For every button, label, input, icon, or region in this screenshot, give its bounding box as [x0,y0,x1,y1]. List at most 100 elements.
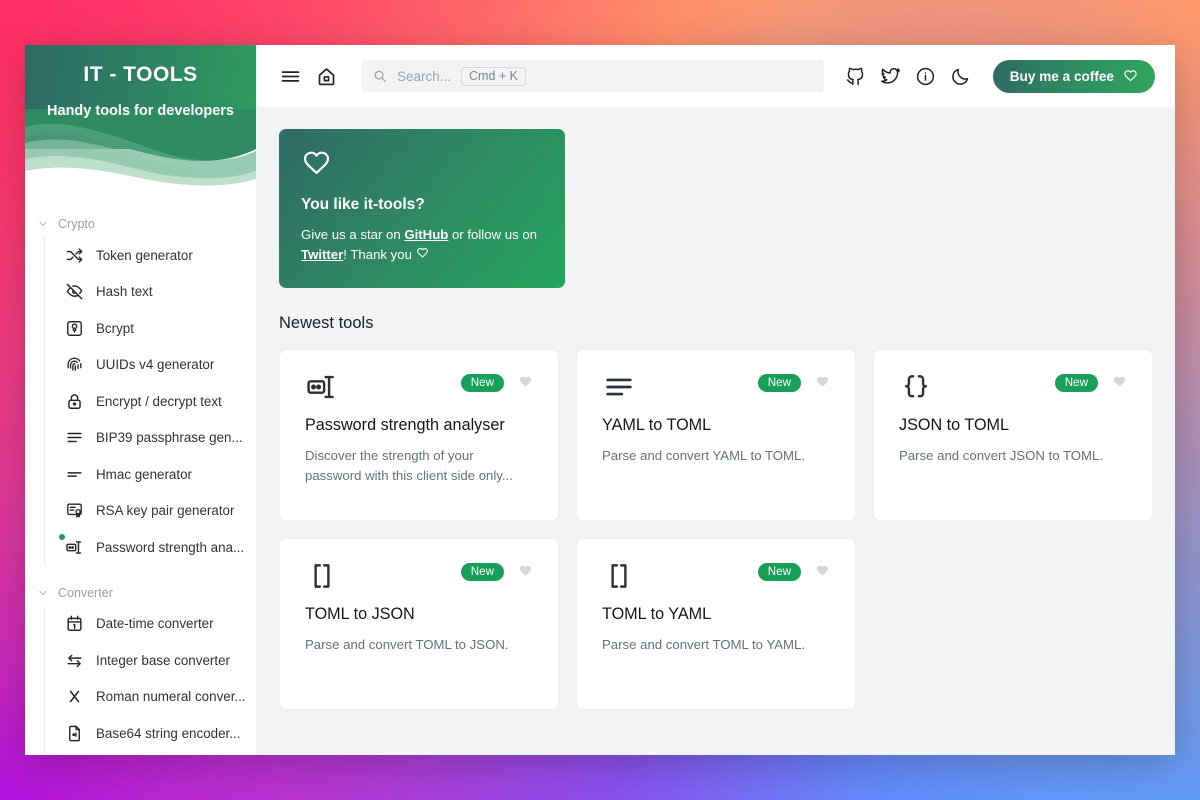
sidebar-item-roman-numeral-converter[interactable]: Roman numeral conver... [45,679,256,716]
search-icon [373,69,387,83]
sidebar-group-items-converter: Date-time converter Integer base convert… [44,606,256,752]
status-badge: New [758,374,801,393]
sidebar-item-label: Hash text [96,284,153,299]
github-link[interactable]: GitHub [404,227,448,242]
arrows-exchange-icon [65,651,84,670]
sidebar-item-uuids-v4-generator[interactable]: UUIDs v4 generator [45,347,256,384]
twitter-icon[interactable] [879,64,903,88]
chevron-down-icon [37,218,49,230]
brackets-icon [305,559,339,593]
sidebar-item-rsa-key-pair-generator[interactable]: RSA key pair generator [45,493,256,530]
heart-icon[interactable] [815,564,830,579]
buy-me-a-coffee-button[interactable]: Buy me a coffee [993,60,1155,93]
card-title: YAML to TOML [602,416,830,435]
search-input[interactable]: Search... Cmd + K [361,60,824,92]
like-it-tools-banner: You like it-tools? Give us a star on Git… [279,129,565,288]
wave-decoration-icon [25,109,256,193]
brackets-icon [602,559,636,593]
tool-card-toml-to-json[interactable]: New TOML to JSON Parse and convert TOML … [279,538,559,710]
tool-card-json-to-toml[interactable]: New JSON to TOML Parse and convert JSON … [873,349,1153,521]
sidebar-item-label: Base64 string encoder... [96,726,240,741]
heart-icon [416,247,429,260]
banner-text-middle: or follow us on [448,227,537,242]
sidebar-group-label: Crypto [58,217,95,231]
shuffle-icon [65,246,84,265]
sidebar-item-base64-string-encoder[interactable]: Base64 string encoder... [45,715,256,752]
sidebar-nav[interactable]: Crypto Token generator Hash text [25,193,256,755]
sidebar: IT - TOOLS Handy tools for developers Cr… [25,45,257,755]
card-header: New [602,370,830,408]
card-description: Discover the strength of your password w… [305,446,533,487]
sidebar-group-crypto[interactable]: Crypto [25,211,256,237]
sidebar-item-hmac-generator[interactable]: Hmac generator [45,456,256,493]
moon-icon[interactable] [949,64,973,88]
sidebar-item-date-time-converter[interactable]: Date-time converter [45,606,256,643]
sidebar-item-label: Encrypt / decrypt text [96,394,222,409]
tool-card-grid: New Password strength analyser Discover … [279,349,1153,710]
heart-icon [1123,69,1138,84]
page-title: Newest tools [279,314,1153,333]
braces-icon [899,370,933,404]
lines-icon [65,428,84,447]
card-header: New [305,370,533,408]
tool-card-toml-to-yaml[interactable]: New TOML to YAML Parse and convert TOML … [576,538,856,710]
sidebar-item-hash-text[interactable]: Hash text [45,274,256,311]
sidebar-item-label: Token generator [96,248,193,263]
two-lines-icon [65,465,84,484]
content-area: You like it-tools? Give us a star on Git… [257,107,1175,755]
status-badge: New [758,563,801,582]
home-icon[interactable] [311,61,341,91]
card-description: Parse and convert TOML to YAML. [602,635,830,655]
info-icon[interactable] [914,64,938,88]
twitter-link[interactable]: Twitter [301,247,343,262]
search-shortcut-badge: Cmd + K [461,67,526,86]
heart-icon[interactable] [518,375,533,390]
file-code-icon [65,724,84,743]
sidebar-item-token-generator[interactable]: Token generator [45,237,256,274]
sidebar-header: IT - TOOLS Handy tools for developers [25,45,256,193]
sidebar-item-encrypt-decrypt-text[interactable]: Encrypt / decrypt text [45,383,256,420]
sidebar-item-label: Hmac generator [96,467,192,482]
sidebar-item-bip39-passphrase-generator[interactable]: BIP39 passphrase gen... [45,420,256,457]
app-window: IT - TOOLS Handy tools for developers Cr… [25,45,1175,755]
sidebar-group-label: Converter [58,586,113,600]
card-title: JSON to TOML [899,416,1127,435]
card-actions: New [758,559,830,582]
status-badge: New [1055,374,1098,393]
card-title: Password strength analyser [305,416,533,435]
certificate-icon [65,501,84,520]
github-icon[interactable] [844,64,868,88]
sidebar-item-password-strength-analyser[interactable]: Password strength ana... [45,529,256,566]
password-icon [65,538,84,557]
fingerprint-icon [65,355,84,374]
card-title: TOML to JSON [305,605,533,624]
card-actions: New [461,370,533,393]
card-description: Parse and convert TOML to JSON. [305,635,533,655]
calendar-icon [65,614,84,633]
status-badge: New [461,374,504,393]
lock-square-icon [65,319,84,338]
sidebar-item-label: Integer base converter [96,653,230,668]
heart-icon [301,149,332,180]
hamburger-menu-icon[interactable] [275,61,305,91]
sidebar-item-integer-base-converter[interactable]: Integer base converter [45,642,256,679]
card-header: New [899,370,1127,408]
sidebar-item-bcrypt[interactable]: Bcrypt [45,310,256,347]
card-header: New [305,559,533,597]
heart-icon[interactable] [518,564,533,579]
search-placeholder: Search... [397,69,451,84]
heart-icon[interactable] [815,375,830,390]
tool-card-yaml-to-toml[interactable]: New YAML to TOML Parse and convert YAML … [576,349,856,521]
top-navbar: Search... Cmd + K Buy me a coffee [257,45,1175,107]
sidebar-group-converter[interactable]: Converter [25,580,256,606]
chevron-down-icon [37,587,49,599]
heart-icon[interactable] [1112,375,1127,390]
sidebar-item-label: Password strength ana... [96,540,244,555]
padlock-icon [65,392,84,411]
brand-subtitle: Handy tools for developers [25,103,256,119]
card-actions: New [758,370,830,393]
sidebar-item-label: Bcrypt [96,321,134,336]
sidebar-item-label: RSA key pair generator [96,503,234,518]
tool-card-password-strength-analyser[interactable]: New Password strength analyser Discover … [279,349,559,521]
buy-me-a-coffee-label: Buy me a coffee [1010,69,1114,84]
